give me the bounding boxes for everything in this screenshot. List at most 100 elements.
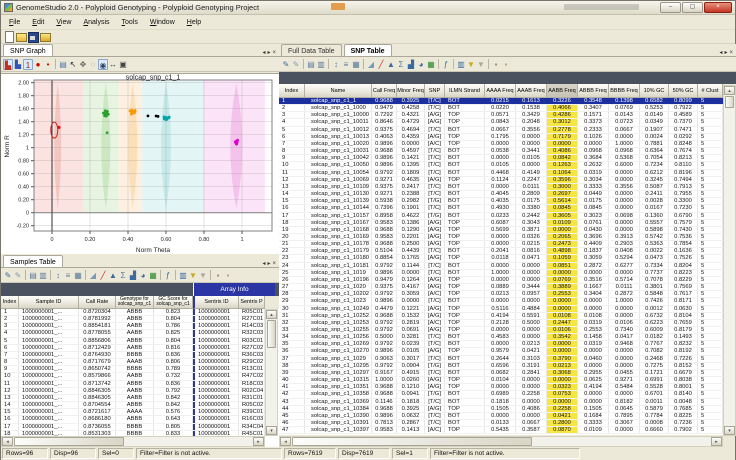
samples-row[interactable]: 21000000001_...0.8781992ABBB0.8041000000… — [1, 316, 279, 323]
samples-row[interactable]: 121000000001_...0.8846305AABB0.792100000… — [1, 388, 279, 395]
pie-chart-icon[interactable]: ◕ — [138, 270, 148, 281]
function-icon[interactable]: ƒ — [441, 59, 451, 70]
snp-row[interactable]: 37solcap_snp_c1_10290.90630.3017[T/C]BOT… — [279, 356, 736, 363]
snp-row[interactable]: 31solcap_snp_c1_102520.96880.1532[A/G]TO… — [279, 313, 736, 320]
group-rows-icon[interactable]: ≡ — [63, 270, 73, 281]
close-button[interactable]: × — [704, 2, 732, 13]
open-folder-icon[interactable] — [39, 31, 50, 42]
snp-row[interactable]: 46solcap_snp_c1_103910.78130.2867[T/C]BO… — [279, 420, 736, 427]
samples-row[interactable]: 171000000001_...0.8736055BBBB0.805100000… — [1, 424, 279, 431]
snp-row[interactable]: 40solcap_snp_c1_103151.00000.0260[A/G]TO… — [279, 377, 736, 384]
snp-vscrollbar[interactable]: ▴▾ — [723, 85, 736, 436]
samples-row[interactable]: 111000000001_...0.8713742ABBB0.836100000… — [1, 381, 279, 388]
snp-row[interactable]: 16solcap_snp_c1_101440.73960.1901[T/C]BO… — [279, 205, 736, 212]
snp-row[interactable]: 35solcap_snp_c1_102690.97920.0239[T/C]BO… — [279, 341, 736, 348]
snp-row[interactable]: 2solcap_snp_c1_10000.94790.4258[T/C]BOT0… — [279, 105, 736, 112]
snp-row[interactable]: 34solcap_snp_c1_102560.50000.3281[T/C]BO… — [279, 334, 736, 341]
snp-row[interactable]: 5solcap_snp_c1_100120.93750.4694[T/C]BOT… — [279, 127, 736, 134]
snp-row[interactable]: 32solcap_snp_c1_102530.97920.2819[A/C]TO… — [279, 320, 736, 327]
snp-row[interactable]: 7solcap_snp_c1_100200.98960.0000[A/C]TOP… — [279, 141, 736, 148]
snp-col-8[interactable]: AABB Freq — [547, 84, 578, 98]
line-plot-icon[interactable]: ╱ — [376, 59, 386, 70]
zoom-icon[interactable]: ◉ — [98, 59, 108, 70]
snp-row[interactable]: 10solcap_snp_c1_100500.98960.1395[T/C]BO… — [279, 162, 736, 169]
fit-axes-icon[interactable]: ↔ — [108, 59, 118, 70]
snp-row[interactable]: 19solcap_snp_c1_101680.96880.1290[A/G]TO… — [279, 227, 736, 234]
snp-row[interactable]: 36solcap_snp_c1_102700.98960.0105[A/G]TO… — [279, 348, 736, 355]
samples-col-0[interactable]: Index — [1, 296, 19, 309]
snp-hscrollbar[interactable]: ◂▸ — [279, 436, 723, 447]
menu-window[interactable]: Window — [144, 19, 181, 26]
clear-filter-icon[interactable]: ▼ — [476, 59, 486, 70]
snp-row[interactable]: 33solcap_snp_c1_102550.97920.0691[A/G]TO… — [279, 327, 736, 334]
snp-graph-canvas[interactable]: 00.200.400.600.801-0.2000.200.400.600.80… — [1, 73, 279, 254]
samples-row[interactable]: 31000000001_...0.8854181AABB0.7861000000… — [1, 323, 279, 330]
filter-icon[interactable]: ▼ — [466, 59, 476, 70]
heatmap-icon[interactable]: ▦ — [148, 270, 158, 281]
save-icon[interactable] — [27, 31, 38, 42]
ungroup-rows-icon[interactable]: ▦ — [73, 270, 83, 281]
snp-col-10[interactable]: BBBB Freq — [609, 84, 640, 98]
samples-col-4[interactable]: GC Score for solcap_snp_c1 — [154, 296, 193, 309]
function-icon[interactable]: ƒ — [163, 270, 173, 281]
tab-full-data-table[interactable]: Full Data Table — [281, 44, 342, 56]
snp-col-2[interactable]: Call Freq — [372, 84, 397, 98]
snp-row[interactable]: 29solcap_snp_c1_10230.98960.0000[T/C]BOT… — [279, 298, 736, 305]
snp-row[interactable]: 13solcap_snp_c1_101090.93750.2417[T/C]BO… — [279, 184, 736, 191]
lock-icon[interactable]: ▪ — [213, 270, 223, 281]
import-icon[interactable]: ▤ — [28, 270, 38, 281]
menu-help[interactable]: Help — [181, 19, 207, 26]
snp-row[interactable]: 26solcap_snp_c1_101960.94790.1264[A/G]TO… — [279, 277, 736, 284]
stats-icon[interactable]: Σ — [118, 270, 128, 281]
snp-row[interactable]: 44solcap_snp_c1_103840.96880.3925[A/G]TO… — [279, 406, 736, 413]
snp-row[interactable]: 8solcap_snp_c1_100310.96880.4597[T/C]BOT… — [279, 148, 736, 155]
import-icon[interactable]: ▤ — [306, 59, 316, 70]
select-arrow-icon[interactable]: ↖ — [68, 59, 78, 70]
sort-rows-icon[interactable]: ↕ — [331, 59, 341, 70]
export-icon[interactable]: ▥ — [316, 59, 326, 70]
edit-icon[interactable]: ✎ — [3, 270, 13, 281]
export-icon[interactable]: ▥ — [38, 270, 48, 281]
lock-icon[interactable]: ▪ — [491, 59, 501, 70]
samples-col-6[interactable]: Sentrix P — [239, 296, 265, 309]
snp-col-12[interactable]: 50% GC — [669, 84, 698, 98]
pan-hand-icon[interactable]: ✥ — [78, 59, 88, 70]
scatter-icon[interactable]: ◢ — [88, 270, 98, 281]
snp-row[interactable]: 11solcap_snp_c1_100540.97920.1809[T/C]BO… — [279, 170, 736, 177]
heatmap-icon[interactable]: ▦ — [426, 59, 436, 70]
snp-row[interactable]: 43solcap_snp_c1_103690.11460.1818[T/C]BO… — [279, 399, 736, 406]
samples-row[interactable]: 131000000001_...0.8846305AABB0.842100000… — [1, 395, 279, 402]
snp-row[interactable]: 23solcap_snp_c1_101800.88540.1765[A/G]TO… — [279, 255, 736, 262]
bar-chart-icon[interactable]: ▟ — [128, 270, 138, 281]
large-point-icon[interactable]: ● — [33, 59, 43, 70]
samples-row[interactable]: 141000000001_...0.8704554ABBB0.842100000… — [1, 402, 279, 409]
lasso-icon[interactable]: ◌ — [88, 59, 98, 70]
snp-row[interactable]: 17solcap_snp_c1_101570.89580.4622[T/G]BO… — [279, 213, 736, 220]
graph-panel-controls[interactable]: ◂▸× — [262, 49, 279, 56]
samples-row[interactable]: 71000000001_...0.8764930BBBB0.8361000000… — [1, 352, 279, 359]
copy-plot-icon[interactable]: ▤ — [58, 59, 68, 70]
snp-row[interactable]: 38solcap_snp_c1_102950.97920.0904[T/G]BO… — [279, 363, 736, 370]
samples-row[interactable]: 161000000001_...0.8686180ABBB0.643100000… — [1, 416, 279, 423]
menu-view[interactable]: View — [50, 19, 77, 26]
samples-row[interactable]: 61000000001_...0.8712429AABB0.8161000000… — [1, 345, 279, 352]
snp-row[interactable]: 18solcap_snp_c1_101670.95830.1386[A/G]TO… — [279, 220, 736, 227]
snp-row[interactable]: 24solcap_snp_c1_101810.97920.1144[T/C]BO… — [279, 263, 736, 270]
unlock-icon[interactable]: ▪ — [223, 270, 233, 281]
snp-row[interactable]: 6solcap_snp_c1_100130.40630.4359[A/G]TOP… — [279, 134, 736, 141]
group-rows-icon[interactable]: ≡ — [341, 59, 351, 70]
samples-row[interactable]: 101000000001_...0.8579866AABB0.732100000… — [1, 373, 279, 380]
tab-snp-table[interactable]: SNP Table — [344, 44, 392, 56]
samples-col-5[interactable]: Sentrix ID — [193, 296, 239, 309]
snp-row[interactable]: 4solcap_snp_c1_100110.86460.4729[A/G]TOP… — [279, 119, 736, 126]
unlock-icon[interactable]: ▪ — [501, 59, 511, 70]
snp-row[interactable]: 27solcap_snp_c1_10200.93750.4167[A/G]TOP… — [279, 284, 736, 291]
histogram-icon[interactable]: ▲ — [386, 59, 396, 70]
snp-row[interactable]: 20solcap_snp_c1_101690.95830.2201[A/G]TO… — [279, 234, 736, 241]
snp-row[interactable]: 12solcap_snp_c1_100690.92710.4635[A/G]TO… — [279, 177, 736, 184]
samples-vscrollbar[interactable]: ▴▾ — [265, 309, 278, 436]
samples-row[interactable]: 11000000001_...0.8720304ABBB0.8231000000… — [1, 309, 279, 316]
filter-icon[interactable]: ▼ — [188, 270, 198, 281]
bar-chart-icon[interactable]: ▟ — [406, 59, 416, 70]
scatter-plot-blue-icon[interactable]: ▙ — [13, 59, 23, 70]
